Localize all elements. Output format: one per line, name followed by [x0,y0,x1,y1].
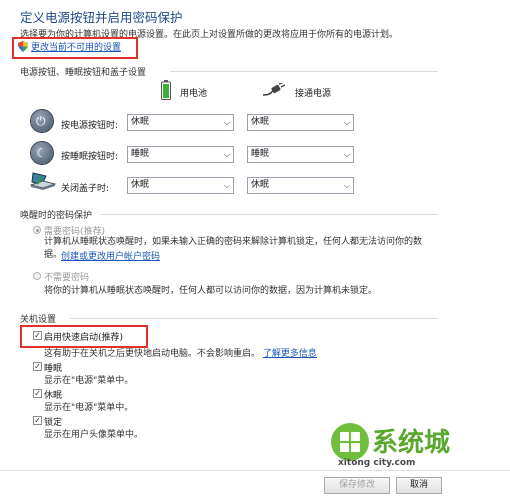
chevron-down-icon: ⌵ [343,150,350,159]
power-button-label: 按电源按钮时: [61,121,119,131]
power-button-battery-select[interactable]: 休眠 ⌵ [127,114,234,131]
power-buttons-section-title: 电源按钮、睡眠按钮和盖子设置 [20,68,147,78]
require-password-radio[interactable] [33,226,41,234]
chevron-down-icon: ⌵ [343,181,350,190]
section-divider [170,71,438,72]
sleep-button-plugged-select[interactable]: 睡眠 ⌵ [247,146,354,163]
uac-shield-icon [18,41,28,52]
lock-checkbox[interactable]: ✓ [33,416,42,425]
hibernate-option-desc: 显示在"电源"菜单中。 [44,403,134,413]
section-divider [70,318,438,319]
section-divider [100,214,438,215]
chevron-down-icon: ⌵ [223,150,230,159]
sleep-option-desc: 显示在"电源"菜单中。 [44,376,134,386]
power-button-icon: ⏻ [31,110,53,132]
sleep-checkbox[interactable]: ✓ [33,362,42,371]
footer-divider [0,470,510,471]
laptop-lid-icon [29,172,57,192]
fast-startup-desc: 这有助于在关机之后更快地启动电脑。不会影响重启。 了解更多信息 [44,346,317,359]
power-button-plugged-select[interactable]: 休眠 ⌵ [247,114,354,131]
chevron-down-icon: ⌵ [223,118,230,127]
close-lid-label: 关闭盖子时: [61,184,110,194]
fast-startup-desc-text: 这有助于在关机之后更快地启动电脑。不会影响重启。 [44,349,261,359]
change-unavailable-link-text: 更改当前不可用的设置 [31,43,122,53]
watermark-brand: 系统城 [372,428,451,458]
sleep-button-label: 按睡眠按钮时: [61,152,119,162]
battery-icon [161,80,171,100]
close-lid-plugged-select[interactable]: 休眠 ⌵ [247,177,354,194]
shutdown-section-title: 关机设置 [20,315,57,325]
sleep-button-battery-select[interactable]: 睡眠 ⌵ [127,146,234,163]
no-password-radio[interactable] [33,272,41,280]
close-lid-battery-select[interactable]: 休眠 ⌵ [127,177,234,194]
cancel-button[interactable]: 取消 [396,477,442,494]
plugged-in-column-header: 接通电源 [295,89,332,99]
sleep-button-icon: ☾ [31,142,53,164]
power-plug-icon [262,81,286,97]
fast-startup-checkbox[interactable]: ✓ [33,331,42,340]
no-password-label: 不需要密码 [44,273,90,283]
create-password-link[interactable]: 创建或更改用户帐户密码 [61,249,160,262]
hibernate-checkbox[interactable]: ✓ [33,389,42,398]
fast-startup-label: 启用快速启动(推荐) [44,333,124,343]
watermark-logo: 系统城 xitong city.com [328,418,478,474]
chevron-down-icon: ⌵ [343,118,350,127]
lock-option-desc: 显示在用户头像菜单中。 [44,430,144,440]
battery-column-header: 用电池 [180,89,208,99]
windows-logo-icon [331,423,369,461]
chevron-down-icon: ⌵ [223,181,230,190]
save-changes-button[interactable]: 保存修改 [324,477,390,494]
wake-password-section-title: 唤醒时的密码保护 [20,211,93,221]
no-password-desc: 将你的计算机从睡眠状态唤醒时，任何人都可以访问你的数据，因为计算机未锁定。 [44,286,378,296]
watermark-url: xitong city.com [338,458,416,468]
change-unavailable-settings-link[interactable]: 更改当前不可用的设置 [18,40,121,53]
page-title: 定义电源按钮并启用密码保护 [20,10,183,25]
learn-more-link[interactable]: 了解更多信息 [263,349,317,359]
